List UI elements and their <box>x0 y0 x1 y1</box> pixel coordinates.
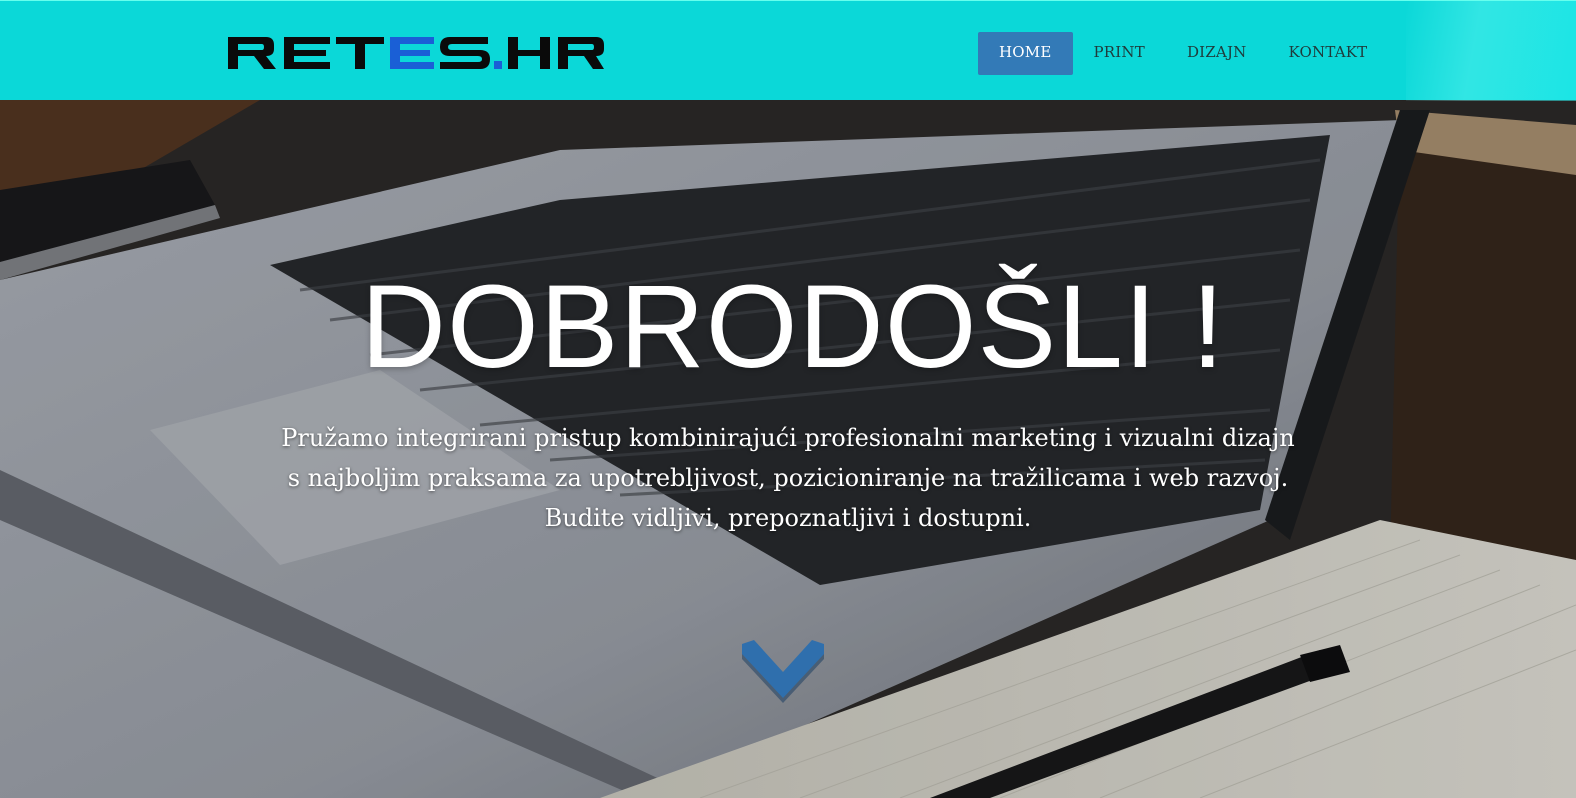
scroll-down-button[interactable] <box>740 640 826 704</box>
retes-logo-wordmark <box>228 37 550 69</box>
nav-dizajn[interactable]: DIZAJN <box>1166 32 1268 75</box>
main-nav: HOME PRINT DIZAJN KONTAKT <box>978 32 1388 75</box>
site-logo[interactable] <box>226 31 606 75</box>
hero-description-line: Budite vidljivi, prepoznatljivi i dostup… <box>544 504 1032 532</box>
logo-letter-r <box>558 37 604 69</box>
hero-description: Pružamo integrirani pristup kombinirajuć… <box>0 418 1576 538</box>
top-navbar: HOME PRINT DIZAJN KONTAKT <box>0 0 1576 101</box>
nav-home[interactable]: HOME <box>978 32 1073 75</box>
hero-description-line: s najboljim praksama za upotrebljivost, … <box>287 464 1289 492</box>
hero-description-line: Pružamo integrirani pristup kombinirajuć… <box>281 424 1295 452</box>
nav-print[interactable]: PRINT <box>1073 32 1166 75</box>
hero-title: DOBRODOŠLI ! <box>360 261 1226 393</box>
nav-kontakt[interactable]: KONTAKT <box>1268 32 1389 75</box>
chevron-down-icon <box>742 640 824 703</box>
